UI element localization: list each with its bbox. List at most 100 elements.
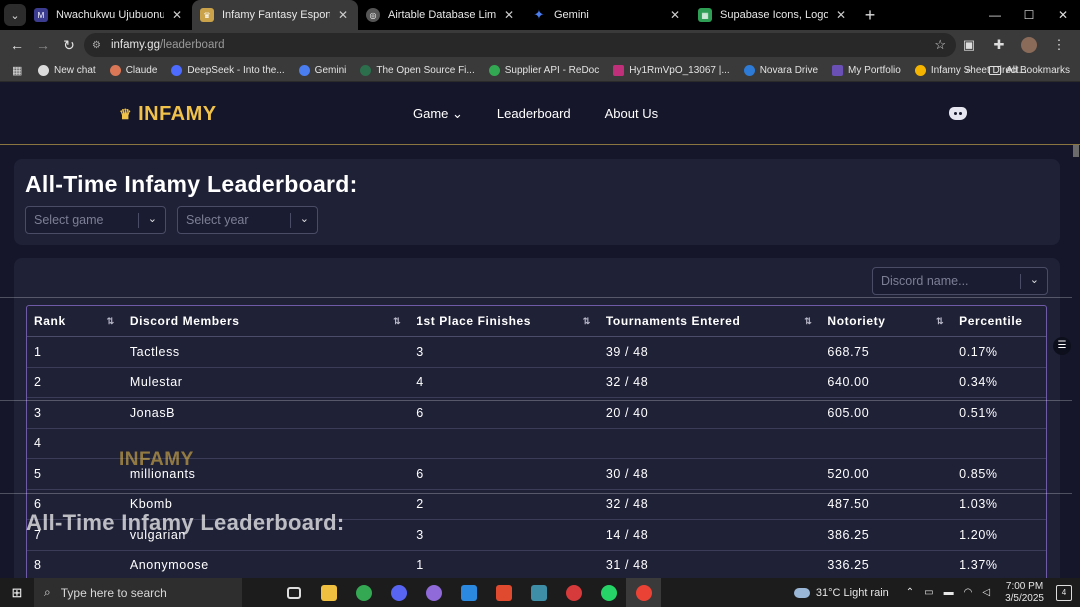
bookmark-icon — [360, 65, 372, 76]
profile-avatar[interactable] — [1021, 37, 1037, 53]
window-controls: — ☐ ✕ — [978, 0, 1080, 30]
browser-tab[interactable]: ▦ Supabase Icons, Logos, Symbol ✕ — [690, 0, 856, 30]
browser-tab[interactable]: ◎ Airtable Database Limitations ✕ — [358, 0, 524, 30]
browser-tab[interactable]: M Nwachukwu Ujubuonu ✕ — [26, 0, 192, 30]
col-header-discord-members[interactable]: Discord Members ⇅ — [123, 306, 409, 336]
app-icon[interactable] — [556, 578, 591, 607]
select-game-dropdown[interactable]: Select game ⌄ — [25, 206, 166, 234]
bookmark-item[interactable]: DeepSeek - Into the... — [171, 65, 285, 76]
discord-icon[interactable] — [949, 107, 967, 120]
reload-icon[interactable]: ↻ — [56, 37, 82, 54]
apps-grid-icon[interactable]: ▦ — [12, 64, 26, 77]
chevron-up-icon[interactable]: ⌃ — [906, 587, 914, 598]
cell-rank: 3 — [34, 405, 42, 420]
chrome-active-icon[interactable] — [626, 578, 661, 607]
cell-first-place: 3 — [416, 527, 424, 542]
maximize-icon[interactable]: ☐ — [1012, 0, 1046, 30]
col-header-rank[interactable]: Rank ⇅ — [27, 306, 123, 336]
leaderboard-table: Rank ⇅ Discord Members ⇅ 1st Place Finishe… — [26, 305, 1047, 578]
search-icon: ⌕ — [44, 585, 51, 599]
page-scrollbar[interactable] — [1072, 145, 1080, 578]
col-header-first-place[interactable]: 1st Place Finishes ⇅ — [409, 306, 599, 336]
network-icon[interactable]: ▭ — [924, 587, 933, 598]
rain-cloud-icon — [793, 587, 810, 598]
notification-icon[interactable]: 4 — [1056, 584, 1072, 601]
minimize-icon[interactable]: — — [978, 0, 1012, 30]
chevron-down-icon: ⌄ — [299, 213, 309, 225]
bookmark-item[interactable]: New chat — [38, 65, 96, 76]
more-bookmarks-icon[interactable]: » — [966, 65, 972, 76]
discord-app-icon[interactable] — [381, 578, 416, 607]
clock[interactable]: 7:00 PM 3/5/2025 — [1005, 581, 1044, 605]
bookmark-item[interactable]: My Portfolio — [832, 65, 901, 76]
whatsapp-icon[interactable] — [591, 578, 626, 607]
sort-icon[interactable]: ⇅ — [107, 316, 115, 327]
bookmark-item[interactable]: Novara Drive — [743, 65, 818, 76]
extensions-puzzle-icon[interactable]: ✚ — [984, 37, 1014, 53]
menu-dots-icon[interactable]: ⋮ — [1044, 37, 1074, 53]
cell-percentile: 0.34% — [959, 375, 998, 390]
bookmark-item[interactable]: Supplier API - ReDoc — [488, 65, 599, 76]
back-icon[interactable]: ← — [4, 37, 30, 53]
file-explorer-icon[interactable] — [311, 578, 346, 607]
app-icon[interactable] — [521, 578, 556, 607]
cell-percentile: 1.20% — [959, 527, 998, 542]
taskbar-search-placeholder: Type here to search — [60, 585, 167, 600]
close-tab-icon[interactable]: ✕ — [834, 8, 848, 22]
weather-widget[interactable]: 31°C Light rain — [793, 587, 889, 599]
battery-icon[interactable]: ▬ — [944, 587, 954, 598]
taskbar-search[interactable]: ⌕ Type here to search — [34, 578, 242, 607]
filters-card: All-Time Infamy Leaderboard: Select game… — [14, 159, 1060, 245]
side-menu-icon[interactable]: ☰ — [1053, 337, 1071, 355]
cell-tournaments: 39 / 48 — [605, 344, 649, 359]
close-tab-icon[interactable]: ✕ — [668, 8, 682, 22]
browser-tab[interactable]: ✦ Gemini ✕ — [524, 0, 690, 30]
close-tab-icon[interactable]: ✕ — [336, 8, 350, 22]
bookmark-item[interactable]: Claude — [109, 65, 157, 76]
nav-game-dropdown[interactable]: Game ⌄ — [413, 106, 463, 122]
bookmark-item[interactable]: The Open Source Fi... — [360, 65, 475, 76]
sort-icon[interactable]: ⇅ — [804, 316, 812, 327]
site-logo[interactable]: ♛ INFAMY — [119, 103, 217, 126]
tab-search-icon[interactable]: ⌄ — [4, 4, 26, 26]
discord-name-search[interactable]: Discord name... ⌄ — [872, 267, 1048, 295]
bookmarks-right: » All Bookmarks — [966, 65, 1070, 76]
chrome-icon[interactable] — [346, 578, 381, 607]
sort-icon[interactable]: ⇅ — [583, 316, 591, 327]
bookmark-icon — [298, 65, 310, 76]
figma-icon[interactable] — [486, 578, 521, 607]
forward-icon[interactable]: → — [30, 37, 56, 53]
col-header-tournaments[interactable]: Tournaments Entered ⇅ — [599, 306, 821, 336]
cell-first-place: 2 — [416, 497, 424, 512]
bookmark-item[interactable]: Hy1RmVpO_13067 |... — [613, 65, 730, 76]
task-view-icon[interactable] — [276, 578, 311, 607]
scrollbar-thumb[interactable] — [1073, 145, 1079, 157]
url-bar[interactable]: ⚙ infamy.gg/leaderboard ☆ — [84, 33, 956, 57]
new-tab-button[interactable]: + — [856, 5, 884, 26]
volume-icon[interactable]: ◁ — [982, 587, 990, 598]
site-header: ♛ INFAMY Game ⌄ Leaderboard About Us — [0, 83, 1080, 145]
extension-icon[interactable]: ▣ — [954, 37, 984, 53]
nav-about-us[interactable]: About Us — [605, 106, 658, 122]
select-year-dropdown[interactable]: Select year ⌄ — [177, 206, 318, 234]
bookmark-star-icon[interactable]: ☆ — [934, 37, 946, 53]
browser-tab-active[interactable]: ♛ Infamy Fantasy Esports - Premie ✕ — [192, 0, 358, 30]
close-tab-icon[interactable]: ✕ — [502, 8, 516, 22]
col-header-notoriety[interactable]: Notoriety ⇅ — [820, 306, 952, 336]
app-icon[interactable] — [416, 578, 451, 607]
table-row: 4 — [27, 429, 1046, 459]
sort-icon[interactable]: ⇅ — [393, 316, 401, 327]
close-window-icon[interactable]: ✕ — [1046, 0, 1080, 30]
sort-icon[interactable]: ⇅ — [936, 316, 944, 327]
nav-leaderboard[interactable]: Leaderboard — [497, 106, 571, 122]
site-info-icon[interactable]: ⚙ — [92, 40, 101, 51]
tab-title: Nwachukwu Ujubuonu — [56, 9, 164, 21]
vscode-icon[interactable] — [451, 578, 486, 607]
close-tab-icon[interactable]: ✕ — [170, 8, 184, 22]
wifi-icon[interactable]: ◠ — [964, 587, 973, 598]
cell-notoriety: 605.00 — [827, 405, 870, 420]
all-bookmarks-link[interactable]: All Bookmarks — [1006, 65, 1070, 76]
col-header-percentile[interactable]: Percentile — [952, 306, 1046, 336]
bookmark-item[interactable]: Gemini — [298, 65, 346, 76]
windows-start-icon[interactable]: ⊞ — [0, 585, 34, 601]
